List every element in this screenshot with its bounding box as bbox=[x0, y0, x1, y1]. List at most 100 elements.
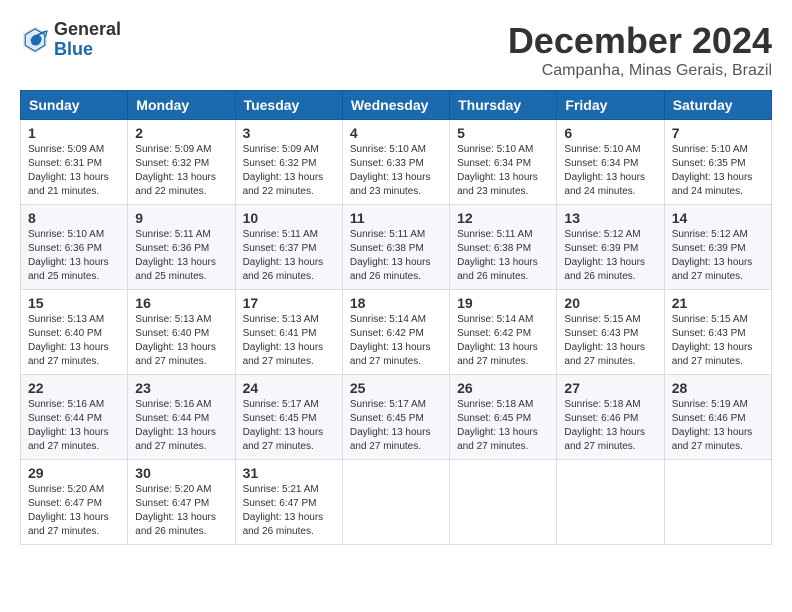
day-number: 11 bbox=[350, 210, 442, 226]
day-info: Sunrise: 5:16 AM Sunset: 6:44 PM Dayligh… bbox=[135, 398, 227, 454]
day-info: Sunrise: 5:16 AM Sunset: 6:44 PM Dayligh… bbox=[28, 398, 120, 454]
calendar-week-row: 29 Sunrise: 5:20 AM Sunset: 6:47 PM Dayli… bbox=[21, 460, 772, 545]
col-saturday: Saturday bbox=[664, 91, 771, 120]
day-number: 19 bbox=[457, 295, 549, 311]
day-info: Sunrise: 5:11 AM Sunset: 6:37 PM Dayligh… bbox=[243, 228, 335, 284]
calendar-week-row: 22 Sunrise: 5:16 AM Sunset: 6:44 PM Dayli… bbox=[21, 375, 772, 460]
table-row bbox=[557, 460, 664, 545]
day-number: 15 bbox=[28, 295, 120, 311]
logo: General Blue bbox=[20, 20, 121, 60]
table-row: 10 Sunrise: 5:11 AM Sunset: 6:37 PM Dayli… bbox=[235, 205, 342, 290]
day-info: Sunrise: 5:20 AM Sunset: 6:47 PM Dayligh… bbox=[135, 483, 227, 539]
table-row: 15 Sunrise: 5:13 AM Sunset: 6:40 PM Dayli… bbox=[21, 290, 128, 375]
table-row: 23 Sunrise: 5:16 AM Sunset: 6:44 PM Dayli… bbox=[128, 375, 235, 460]
day-info: Sunrise: 5:10 AM Sunset: 6:36 PM Dayligh… bbox=[28, 228, 120, 284]
day-info: Sunrise: 5:09 AM Sunset: 6:32 PM Dayligh… bbox=[243, 143, 335, 199]
day-info: Sunrise: 5:10 AM Sunset: 6:33 PM Dayligh… bbox=[350, 143, 442, 199]
day-info: Sunrise: 5:12 AM Sunset: 6:39 PM Dayligh… bbox=[672, 228, 764, 284]
col-thursday: Thursday bbox=[450, 91, 557, 120]
table-row: 16Sunrise: 5:13 AM Sunset: 6:40 PM Dayli… bbox=[128, 290, 235, 375]
day-info: Sunrise: 5:20 AM Sunset: 6:47 PM Dayligh… bbox=[28, 483, 120, 539]
table-row: 31 Sunrise: 5:21 AM Sunset: 6:47 PM Dayli… bbox=[235, 460, 342, 545]
logo-blue-text: Blue bbox=[54, 40, 121, 60]
table-row bbox=[450, 460, 557, 545]
table-row bbox=[342, 460, 449, 545]
table-row: 24 Sunrise: 5:17 AM Sunset: 6:45 PM Dayli… bbox=[235, 375, 342, 460]
day-number: 1 bbox=[28, 125, 120, 141]
day-info: Sunrise: 5:14 AM Sunset: 6:42 PM Dayligh… bbox=[457, 313, 549, 369]
calendar-table: Sunday Monday Tuesday Wednesday Thursday… bbox=[20, 90, 772, 545]
table-row: 7Sunrise: 5:10 AM Sunset: 6:35 PM Daylig… bbox=[664, 120, 771, 205]
table-row: 1 Sunrise: 5:09 AM Sunset: 6:31 PM Daylig… bbox=[21, 120, 128, 205]
table-row: 11 Sunrise: 5:11 AM Sunset: 6:38 PM Dayli… bbox=[342, 205, 449, 290]
calendar-week-row: 15 Sunrise: 5:13 AM Sunset: 6:40 PM Dayli… bbox=[21, 290, 772, 375]
day-number: 17 bbox=[243, 295, 335, 311]
day-info: Sunrise: 5:13 AM Sunset: 6:40 PM Dayligh… bbox=[28, 313, 120, 369]
day-number: 2 bbox=[135, 125, 227, 141]
table-row bbox=[664, 460, 771, 545]
col-friday: Friday bbox=[557, 91, 664, 120]
day-number: 30 bbox=[135, 465, 227, 481]
day-number: 14 bbox=[672, 210, 764, 226]
table-row: 18 Sunrise: 5:14 AM Sunset: 6:42 PM Dayli… bbox=[342, 290, 449, 375]
table-row: 27 Sunrise: 5:18 AM Sunset: 6:46 PM Dayli… bbox=[557, 375, 664, 460]
day-info: Sunrise: 5:09 AM Sunset: 6:31 PM Dayligh… bbox=[28, 143, 120, 199]
day-number: 13 bbox=[564, 210, 656, 226]
day-number: 21 bbox=[672, 295, 764, 311]
table-row: 28 Sunrise: 5:19 AM Sunset: 6:46 PM Dayli… bbox=[664, 375, 771, 460]
day-number: 22 bbox=[28, 380, 120, 396]
calendar-week-row: 1 Sunrise: 5:09 AM Sunset: 6:31 PM Daylig… bbox=[21, 120, 772, 205]
day-number: 18 bbox=[350, 295, 442, 311]
day-info: Sunrise: 5:11 AM Sunset: 6:38 PM Dayligh… bbox=[350, 228, 442, 284]
col-tuesday: Tuesday bbox=[235, 91, 342, 120]
logo-icon bbox=[20, 25, 50, 55]
table-row: 17 Sunrise: 5:13 AM Sunset: 6:41 PM Dayli… bbox=[235, 290, 342, 375]
location-title: Campanha, Minas Gerais, Brazil bbox=[508, 62, 772, 80]
col-sunday: Sunday bbox=[21, 91, 128, 120]
day-number: 26 bbox=[457, 380, 549, 396]
day-number: 7 bbox=[672, 125, 764, 141]
day-number: 28 bbox=[672, 380, 764, 396]
day-info: Sunrise: 5:17 AM Sunset: 6:45 PM Dayligh… bbox=[243, 398, 335, 454]
table-row: 19 Sunrise: 5:14 AM Sunset: 6:42 PM Dayli… bbox=[450, 290, 557, 375]
day-info: Sunrise: 5:15 AM Sunset: 6:43 PM Dayligh… bbox=[672, 313, 764, 369]
day-info: Sunrise: 5:09 AM Sunset: 6:32 PM Dayligh… bbox=[135, 143, 227, 199]
col-monday: Monday bbox=[128, 91, 235, 120]
day-number: 4 bbox=[350, 125, 442, 141]
day-info: Sunrise: 5:18 AM Sunset: 6:46 PM Dayligh… bbox=[564, 398, 656, 454]
col-wednesday: Wednesday bbox=[342, 91, 449, 120]
table-row: 29 Sunrise: 5:20 AM Sunset: 6:47 PM Dayli… bbox=[21, 460, 128, 545]
day-info: Sunrise: 5:13 AM Sunset: 6:41 PM Dayligh… bbox=[243, 313, 335, 369]
day-info: Sunrise: 5:19 AM Sunset: 6:46 PM Dayligh… bbox=[672, 398, 764, 454]
day-number: 20 bbox=[564, 295, 656, 311]
weekday-header-row: Sunday Monday Tuesday Wednesday Thursday… bbox=[21, 91, 772, 120]
title-section: December 2024 Campanha, Minas Gerais, Br… bbox=[508, 20, 772, 80]
calendar-week-row: 8 Sunrise: 5:10 AM Sunset: 6:36 PM Daylig… bbox=[21, 205, 772, 290]
table-row: 20Sunrise: 5:15 AM Sunset: 6:43 PM Dayli… bbox=[557, 290, 664, 375]
page-header: General Blue December 2024 Campanha, Min… bbox=[20, 20, 772, 80]
day-number: 25 bbox=[350, 380, 442, 396]
day-number: 27 bbox=[564, 380, 656, 396]
table-row: 2 Sunrise: 5:09 AM Sunset: 6:32 PM Daylig… bbox=[128, 120, 235, 205]
table-row: 14 Sunrise: 5:12 AM Sunset: 6:39 PM Dayli… bbox=[664, 205, 771, 290]
day-info: Sunrise: 5:11 AM Sunset: 6:36 PM Dayligh… bbox=[135, 228, 227, 284]
month-title: December 2024 bbox=[508, 20, 772, 62]
day-number: 12 bbox=[457, 210, 549, 226]
day-number: 23 bbox=[135, 380, 227, 396]
day-number: 8 bbox=[28, 210, 120, 226]
table-row: 5 Sunrise: 5:10 AM Sunset: 6:34 PM Daylig… bbox=[450, 120, 557, 205]
day-number: 24 bbox=[243, 380, 335, 396]
table-row: 8 Sunrise: 5:10 AM Sunset: 6:36 PM Daylig… bbox=[21, 205, 128, 290]
table-row: 26 Sunrise: 5:18 AM Sunset: 6:45 PM Dayli… bbox=[450, 375, 557, 460]
day-number: 16 bbox=[135, 295, 227, 311]
day-info: Sunrise: 5:12 AM Sunset: 6:39 PM Dayligh… bbox=[564, 228, 656, 284]
day-info: Sunrise: 5:10 AM Sunset: 6:34 PM Dayligh… bbox=[457, 143, 549, 199]
day-number: 29 bbox=[28, 465, 120, 481]
day-info: Sunrise: 5:17 AM Sunset: 6:45 PM Dayligh… bbox=[350, 398, 442, 454]
day-info: Sunrise: 5:21 AM Sunset: 6:47 PM Dayligh… bbox=[243, 483, 335, 539]
day-number: 5 bbox=[457, 125, 549, 141]
day-info: Sunrise: 5:18 AM Sunset: 6:45 PM Dayligh… bbox=[457, 398, 549, 454]
day-info: Sunrise: 5:14 AM Sunset: 6:42 PM Dayligh… bbox=[350, 313, 442, 369]
day-number: 31 bbox=[243, 465, 335, 481]
day-number: 10 bbox=[243, 210, 335, 226]
